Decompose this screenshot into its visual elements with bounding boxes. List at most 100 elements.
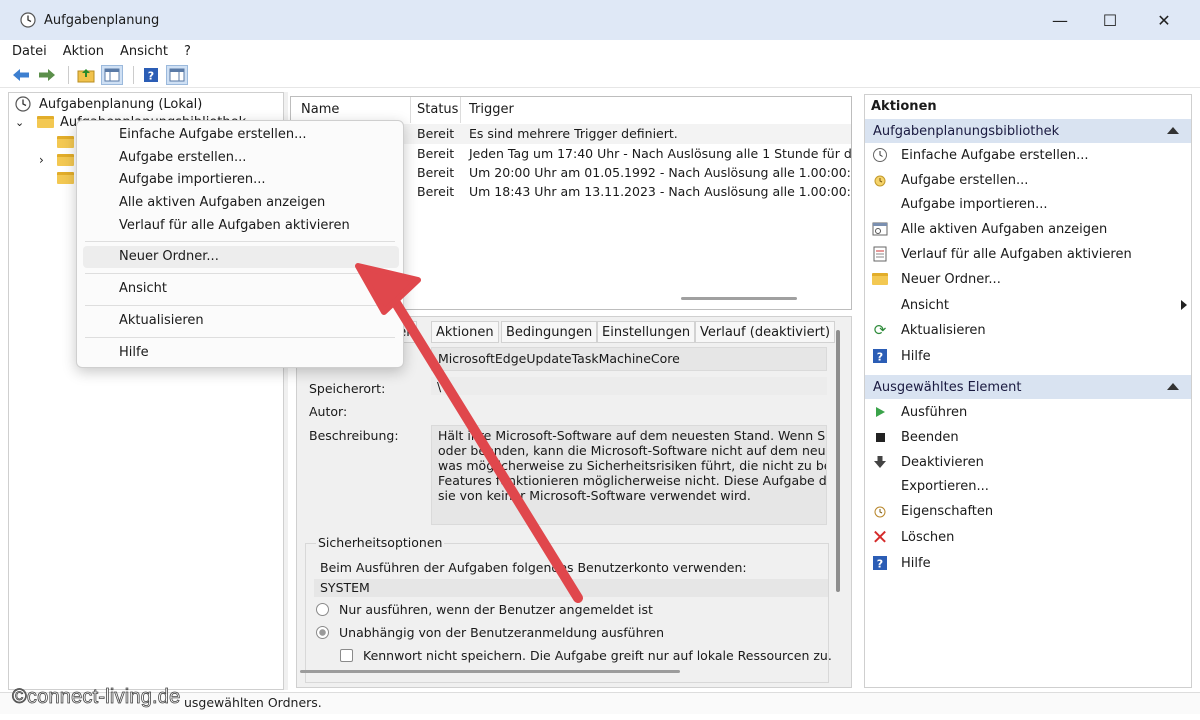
tab-history[interactable]: Verlauf (deaktiviert) (695, 321, 836, 343)
section-library-header[interactable]: Aufgabenplanungsbibliothek (865, 119, 1191, 143)
radio-button[interactable] (316, 603, 329, 616)
chevron-down-icon[interactable]: ⌄ (15, 116, 29, 129)
action-help[interactable]: ? Hilfe (871, 345, 931, 367)
help-button[interactable]: ? (140, 65, 162, 85)
svg-text:?: ? (148, 69, 154, 82)
radio-run-logged-on[interactable]: Nur ausführen, wenn der Benutzer angemel… (316, 602, 653, 617)
action-label: Aktualisieren (901, 322, 986, 338)
action-create-task[interactable]: Aufgabe erstellen... (871, 169, 1028, 191)
context-item-help[interactable]: Hilfe (83, 342, 399, 364)
action-refresh[interactable]: ⟳ Aktualisieren (871, 319, 986, 341)
folder-icon (871, 270, 889, 288)
title-bar: Aufgabenplanung — ☐ ✕ (0, 0, 1200, 40)
location-label: Speicherort: (309, 381, 386, 396)
action-create-basic-task[interactable]: Einfache Aufgabe erstellen... (871, 144, 1089, 166)
context-item-create-task[interactable]: Aufgabe erstellen... (83, 147, 399, 169)
create-task-icon (871, 171, 889, 189)
details-vertical-scrollbar[interactable] (836, 330, 840, 592)
column-header-trigger[interactable]: Trigger (461, 97, 851, 123)
description-line: Features funktionieren möglicherweise ni… (438, 473, 827, 488)
context-item-view[interactable]: Ansicht (83, 278, 399, 300)
description-line: was möglicherweise zu Sicherheitsrisiken… (438, 458, 827, 473)
action-help-selected[interactable]: ? Hilfe (871, 552, 931, 574)
arrow-right-icon (39, 68, 55, 81)
action-label: Aufgabe importieren... (901, 196, 1048, 212)
checkbox-no-password[interactable]: Kennwort nicht speichern. Die Aufgabe gr… (340, 648, 832, 663)
action-import-task[interactable]: Aufgabe importieren... (871, 193, 1048, 215)
action-label: Neuer Ordner... (901, 271, 1001, 287)
collapse-icon[interactable] (1167, 383, 1179, 390)
folder-up-icon (77, 68, 95, 82)
action-show-running-tasks[interactable]: Alle aktiven Aufgaben anzeigen (871, 218, 1107, 240)
action-pane-icon (169, 68, 185, 81)
account-prompt: Beim Ausführen der Aufgaben folgendes Be… (320, 560, 747, 575)
action-delete[interactable]: ✕ Löschen (871, 525, 955, 549)
horizontal-scrollbar[interactable] (681, 297, 797, 300)
context-item-new-folder[interactable]: Neuer Ordner... (83, 246, 399, 268)
row-status: Bereit (417, 146, 455, 161)
tree-subfolder[interactable] (57, 169, 74, 187)
refresh-icon: ⟳ (873, 321, 887, 339)
forward-button[interactable] (36, 65, 58, 85)
details-horizontal-scrollbar[interactable] (300, 670, 680, 673)
action-label: Hilfe (901, 348, 931, 364)
context-separator (85, 273, 395, 274)
back-button[interactable] (10, 65, 32, 85)
checkbox[interactable] (340, 649, 353, 662)
menu-datei[interactable]: Datei (12, 44, 47, 59)
action-new-folder[interactable]: Neuer Ordner... (871, 268, 1001, 290)
context-item-create-basic-task[interactable]: Einfache Aufgabe erstellen... (83, 124, 399, 146)
description-field: Hält ihre Microsoft-Software auf dem neu… (431, 425, 827, 525)
section-selected-header[interactable]: Ausgewähltes Element (865, 375, 1191, 399)
section-selected-title: Ausgewähltes Element (873, 379, 1022, 395)
maximize-button[interactable]: ☐ (1082, 0, 1138, 40)
action-enable-history[interactable]: Verlauf für alle Aufgaben aktivieren (871, 243, 1132, 265)
show-hide-tree-button[interactable] (101, 64, 123, 85)
security-options-title: Sicherheitsoptionen (316, 535, 445, 550)
context-item-show-running[interactable]: Alle aktiven Aufgaben anzeigen (83, 192, 399, 214)
menu-ansicht[interactable]: Ansicht (120, 44, 168, 59)
collapse-icon[interactable] (1167, 127, 1179, 134)
help-icon: ? (871, 554, 889, 572)
action-end[interactable]: Beenden (871, 426, 959, 448)
minimize-button[interactable]: — (1032, 0, 1088, 40)
radio-run-whether-logged-on[interactable]: Unabhängig von der Benutzeranmeldung aus… (316, 625, 664, 640)
close-button[interactable]: ✕ (1136, 0, 1192, 40)
context-item-refresh[interactable]: Aktualisieren (83, 310, 399, 332)
action-label: Exportieren... (901, 478, 989, 494)
column-header-status[interactable]: Status (411, 97, 461, 123)
tab-conditions[interactable]: Bedingungen (501, 321, 598, 343)
tab-settings[interactable]: Einstellungen (597, 321, 696, 343)
tree-subfolder[interactable]: › (39, 151, 74, 169)
watermark: ©connect-living.de (12, 686, 181, 709)
radio-button-selected[interactable] (316, 626, 329, 639)
tree-root[interactable]: Aufgabenplanung (Lokal) (15, 95, 202, 113)
folder-icon (57, 136, 74, 148)
action-properties[interactable]: Eigenschaften (871, 500, 993, 522)
folder-icon (57, 154, 74, 166)
menu-aktion[interactable]: Aktion (63, 44, 104, 59)
chevron-right-icon[interactable]: › (39, 153, 57, 167)
action-label: Hilfe (901, 555, 931, 571)
context-separator (85, 305, 395, 306)
action-disable[interactable]: Deaktivieren (871, 451, 984, 473)
help-icon: ? (144, 67, 158, 82)
location-field: \ (431, 377, 827, 395)
menu-help[interactable]: ? (184, 44, 191, 59)
security-options-group: Sicherheitsoptionen Beim Ausführen der A… (305, 535, 832, 683)
svg-text:?: ? (877, 351, 883, 364)
action-export[interactable]: Exportieren... (871, 475, 989, 497)
tab-actions[interactable]: Aktionen (431, 321, 499, 343)
tree-subfolder[interactable] (57, 133, 74, 151)
up-folder-button[interactable] (75, 65, 97, 85)
description-line: Hält ihre Microsoft-Software auf dem neu… (438, 428, 827, 443)
row-trigger: Jeden Tag um 17:40 Uhr - Nach Auslösung … (469, 146, 852, 161)
action-run[interactable]: Ausführen (871, 401, 967, 423)
row-trigger: Es sind mehrere Trigger definiert. (469, 126, 678, 141)
context-item-import-task[interactable]: Aufgabe importieren... (83, 169, 399, 191)
show-action-pane-button[interactable] (166, 64, 188, 85)
task-name-field: MicrosoftEdgeUpdateTaskMachineCore (431, 347, 827, 371)
actions-pane: Aktionen Aufgabenplanungsbibliothek Einf… (864, 94, 1192, 688)
context-item-enable-history[interactable]: Verlauf für alle Aufgaben aktivieren (83, 215, 399, 237)
action-view[interactable]: Ansicht (871, 294, 1187, 316)
